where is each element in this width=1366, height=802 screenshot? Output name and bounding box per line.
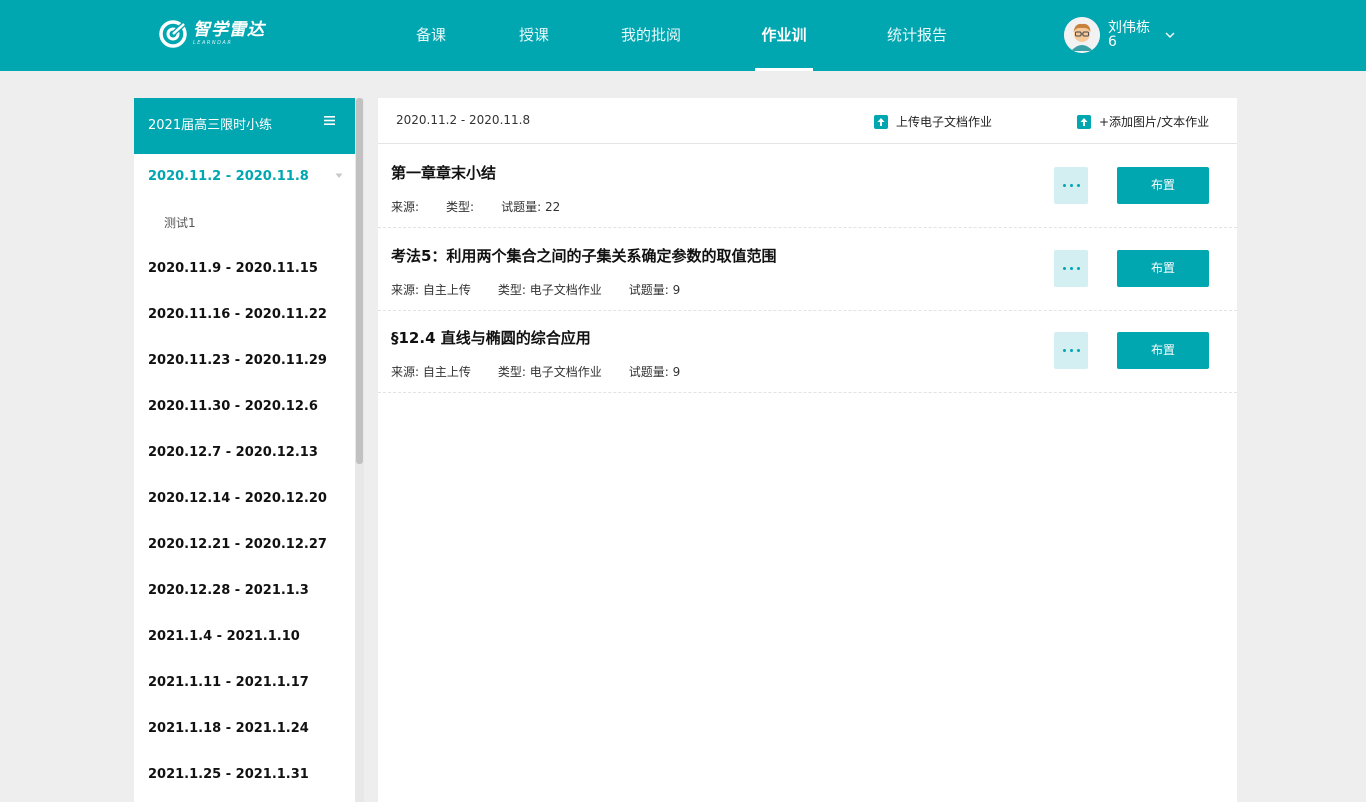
assign-button[interactable]: 布置 [1117,250,1209,287]
avatar-icon [1064,17,1100,53]
homework-panel: 2020.11.2 - 2020.11.8 上传电子文档作业 +添加图片/文本作… [378,98,1237,802]
sidebar-week-item[interactable]: 2021.1.18 - 2021.1.24 [134,706,355,752]
more-icon [1062,184,1066,187]
homework-source: 来源: [391,200,420,214]
assign-button[interactable]: 布置 [1117,167,1209,204]
homework-type: 类型: 电子文档作业 [497,365,602,379]
caret-down-icon [335,173,343,178]
top-navbar: 智学雷达 LEARNDAR 备课 授课 我的批阅 作业训练 统计报告 刘伟栋 6 [0,0,1366,115]
sidebar-week-item[interactable]: 2020.11.9 - 2020.11.15 [134,246,355,292]
sidebar-week-item[interactable]: 2020.11.16 - 2020.11.22 [134,292,355,338]
week-sidebar: 2021届高三限时小练 2020.11.2 - 2020.11.8 测试1 20… [134,98,355,802]
sidebar-week-item[interactable]: 2021.1.11 - 2021.1.17 [134,660,355,706]
homework-type: 类型: [446,200,475,214]
user-sub: 6 [1108,34,1117,50]
homework-source: 来源: 自主上传 [391,283,471,297]
selected-range: 2020.11.2 - 2020.11.8 [396,113,531,127]
sidebar-week-item[interactable]: 2020.12.21 - 2020.12.27 [134,522,355,568]
brand-name: 智学雷达 [193,20,265,40]
sidebar-title: 2021届高三限时小练 [148,118,273,133]
nav-item-teach[interactable]: 授课 [509,0,559,71]
homework-item: §12.4 直线与椭圆的综合应用 来源: 自主上传 类型: 电子文档作业 试题量… [378,310,1237,393]
more-options-button[interactable] [1054,250,1088,287]
homework-title[interactable]: 考法5：利用两个集合之间的子集关系确定参数的取值范围 [391,245,776,266]
homework-type: 类型: 电子文档作业 [497,283,602,297]
user-name: 刘伟栋 [1108,20,1150,36]
chevron-down-icon [1165,32,1175,38]
more-options-button[interactable] [1054,167,1088,204]
homework-item: 第一章章末小结 来源: 类型: 试题量: 22 布置 [378,145,1237,228]
assign-button[interactable]: 布置 [1117,332,1209,369]
sidebar-week-item[interactable]: 2021.1.25 - 2021.1.31 [134,752,355,798]
add-image-text-label: +添加图片/文本作业 [1099,115,1210,129]
sidebar-week-item[interactable]: 2020.12.14 - 2020.12.20 [134,476,355,522]
sidebar-week-item[interactable]: 2020.12.28 - 2021.1.3 [134,568,355,614]
homework-item: 考法5：利用两个集合之间的子集关系确定参数的取值范围 来源: 自主上传 类型: … [378,228,1237,311]
homework-title[interactable]: §12.4 直线与椭圆的综合应用 [391,327,591,348]
sidebar-week-item[interactable]: 2020.11.23 - 2020.11.29 [134,338,355,384]
nav-item-prepare[interactable]: 备课 [406,0,456,71]
homework-source: 来源: 自主上传 [391,365,471,379]
more-icon [1062,349,1066,352]
sidebar-header[interactable]: 2021届高三限时小练 [134,98,355,154]
homework-title[interactable]: 第一章章末小结 [391,162,496,183]
sidebar-week-item[interactable]: 2020.11.30 - 2020.12.6 [134,384,355,430]
homework-count: 试题量: 22 [501,200,561,214]
nav-item-review[interactable]: 我的批阅 [616,0,686,71]
user-menu[interactable]: 刘伟栋 6 [1064,16,1176,54]
panel-header: 2020.11.2 - 2020.11.8 上传电子文档作业 +添加图片/文本作… [378,98,1237,144]
logo-icon [159,20,187,48]
homework-count: 试题量: 9 [628,283,681,297]
more-options-button[interactable] [1054,332,1088,369]
upload-icon [1077,114,1091,129]
scrollbar-thumb[interactable] [356,98,363,464]
brand-logo[interactable]: 智学雷达 LEARNDAR [157,17,265,51]
sidebar-week-item[interactable]: 2020.12.7 - 2020.12.13 [134,430,355,476]
sidebar-week-item[interactable]: 2021.1.4 - 2021.1.10 [134,614,355,660]
upload-doc-button[interactable]: 上传电子文档作业 [874,113,992,130]
brand-name-en: LEARNDAR [193,40,233,46]
nav-item-reports[interactable]: 统计报告 [882,0,952,71]
upload-icon [874,114,888,129]
nav-item-homework[interactable]: 作业训练 [755,0,813,115]
upload-doc-label: 上传电子文档作业 [896,115,993,129]
add-image-text-button[interactable]: +添加图片/文本作业 [1077,113,1209,130]
sidebar-week-item[interactable]: 2020.11.2 - 2020.11.8 [134,154,355,200]
homework-count: 试题量: 9 [628,365,681,379]
more-icon [1062,267,1066,270]
sidebar-scrollbar[interactable] [355,98,364,802]
sidebar-sub-item[interactable]: 测试1 [134,200,355,246]
menu-icon[interactable] [324,116,335,125]
